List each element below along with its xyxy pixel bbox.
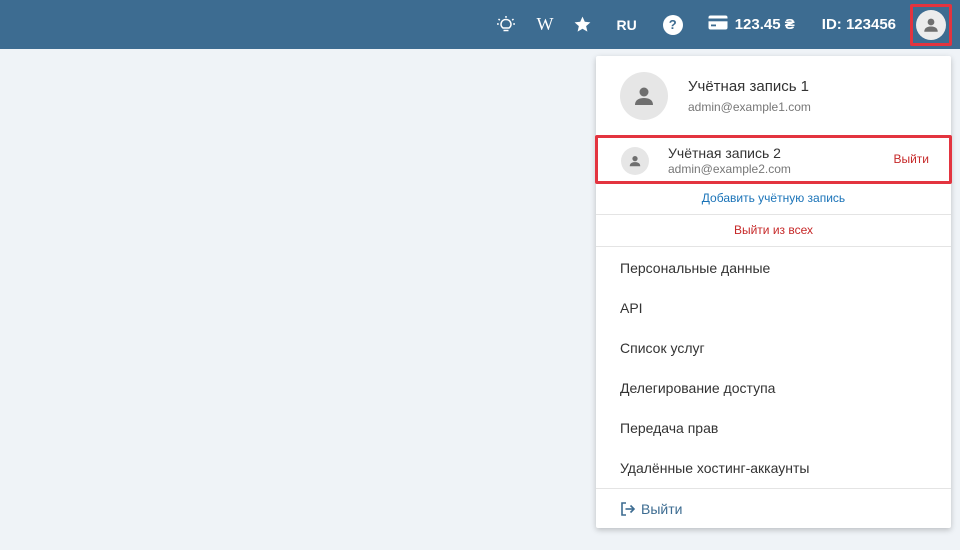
menu-item-rights-transfer[interactable]: Передача прав [596, 408, 951, 448]
menu-item-access-delegation[interactable]: Делегирование доступа [596, 368, 951, 408]
language-switch[interactable]: RU [616, 0, 636, 49]
menu-item-api[interactable]: API [596, 288, 951, 328]
user-icon [916, 9, 946, 40]
user-avatar-icon [620, 72, 668, 120]
wikipedia-icon[interactable]: W [536, 0, 553, 49]
account-menu-button[interactable] [910, 3, 952, 46]
menu-item-services-list[interactable]: Список услуг [596, 328, 951, 368]
sign-out-icon [620, 501, 636, 516]
menu-item-personal-data[interactable]: Персональные данные [596, 248, 951, 288]
account-id: ID: 123456 [821, 16, 896, 33]
secondary-account-logout-button[interactable]: Выйти [893, 152, 929, 166]
lightbulb-icon[interactable] [496, 0, 516, 49]
logout-all-link[interactable]: Выйти из всех [596, 216, 951, 247]
menu-item-deleted-hosting-accounts[interactable]: Удалённые хостинг-аккаунты [596, 448, 951, 488]
primary-account-email: admin@example1.com [688, 100, 811, 114]
credit-card-icon [708, 15, 728, 34]
secondary-account[interactable]: Учётная запись 2 admin@example2.com Выйт… [595, 135, 952, 184]
secondary-account-email: admin@example2.com [668, 162, 791, 176]
primary-account: Учётная запись 1 admin@example1.com [596, 56, 951, 136]
balance-button[interactable]: 123.45 ₴ [708, 0, 795, 49]
logout-button[interactable]: Выйти [596, 488, 951, 528]
account-menu-list: Персональные данные API Список услуг Дел… [596, 248, 951, 488]
help-icon: ? [662, 14, 683, 35]
help-button[interactable]: ? [662, 0, 683, 49]
user-avatar-icon [621, 147, 649, 175]
logout-label: Выйти [641, 500, 683, 517]
add-account-link[interactable]: Добавить учётную запись [596, 184, 951, 215]
top-navigation-bar: W RU ? 123.45 ₴ ID: 123456 [0, 0, 960, 49]
balance-amount: 123.45 ₴ [734, 16, 795, 33]
star-icon[interactable] [573, 0, 592, 49]
account-dropdown-menu: Учётная запись 1 admin@example1.com Учёт… [595, 56, 952, 528]
primary-account-name: Учётная запись 1 [688, 78, 810, 95]
secondary-account-name: Учётная запись 2 [668, 145, 781, 161]
